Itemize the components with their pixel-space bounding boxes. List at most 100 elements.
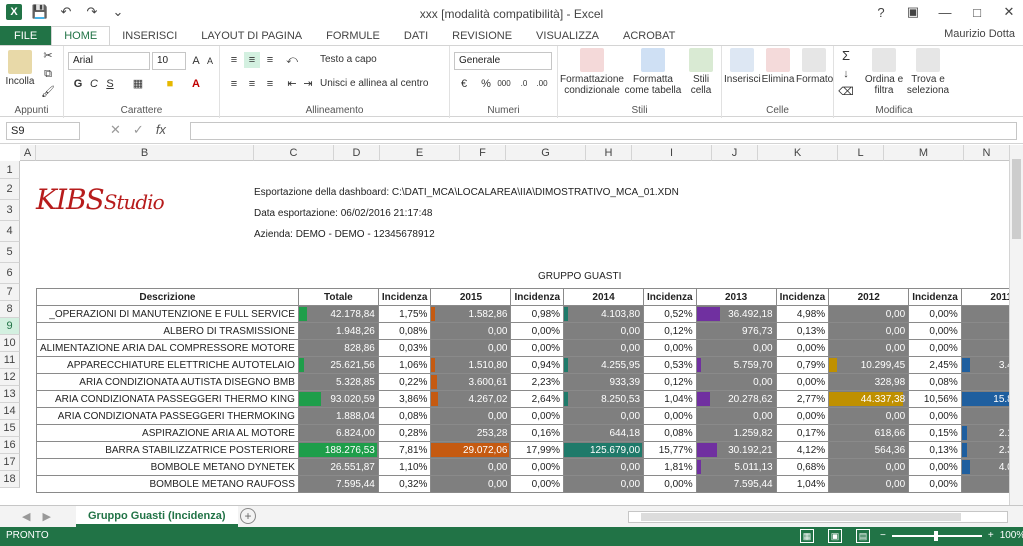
column-header[interactable]: G [506,145,586,161]
value-cell[interactable]: 10.299,45 [828,356,910,374]
description-cell[interactable]: BARRA STABILIZZATRICE POSTERIORE [36,441,299,459]
underline-icon[interactable]: S [102,76,118,92]
value-cell[interactable]: 0,00 [430,339,512,357]
value-cell[interactable]: 0,00 [828,458,910,476]
value-cell[interactable]: 25.621,56 [297,356,379,374]
incidence-cell[interactable]: 0,17% [775,424,830,442]
incidence-cell[interactable]: 0,00% [908,407,962,425]
borders-icon[interactable]: ▦ [130,76,146,92]
tab-view[interactable]: VISUALIZZA [524,26,611,46]
value-cell[interactable]: 8.250,53 [563,390,645,408]
incidence-cell[interactable]: 0,00% [510,407,565,425]
incidence-cell[interactable]: 0,00% [908,305,962,323]
user-name[interactable]: Maurizio Dotta [944,28,1015,40]
horizontal-scroll-thumb[interactable] [641,513,961,521]
autosum-icon[interactable]: Σ [838,48,854,64]
incidence-cell[interactable]: 1,04% [643,390,697,408]
paste-button[interactable]: Incolla [4,50,36,87]
row-header[interactable]: 8 [0,301,20,318]
row-header[interactable]: 5 [0,242,20,263]
value-cell[interactable]: 0,00 [695,339,777,357]
value-cell[interactable]: 44.337,38 [828,390,910,408]
tab-formulas[interactable]: FORMULE [314,26,392,46]
table-header-cell[interactable]: Incidenza [775,288,830,306]
incidence-cell[interactable]: 0,00% [643,475,697,493]
incidence-cell[interactable]: 0,00% [510,339,565,357]
maximize-icon[interactable]: □ [969,4,985,20]
incidence-cell[interactable]: 0,53% [643,356,697,374]
incidence-cell[interactable]: 0,00% [510,458,565,476]
value-cell[interactable]: 328,98 [828,373,910,391]
name-box[interactable]: S9 [6,122,80,140]
description-cell[interactable]: APPARECCHIATURE ELETTRICHE AUTOTELAIO [36,356,299,374]
copy-icon[interactable]: ⧉ [40,66,56,82]
column-header[interactable]: J [712,145,758,161]
value-cell[interactable]: 0,00 [563,339,645,357]
minimize-icon[interactable]: — [937,4,953,20]
value-cell[interactable]: 0,00 [828,322,910,340]
incidence-cell[interactable]: 1,75% [377,305,432,323]
incidence-cell[interactable]: 0,00% [775,339,830,357]
value-cell[interactable]: 20.278,62 [695,390,777,408]
value-cell[interactable]: 618,66 [828,424,910,442]
incidence-cell[interactable]: 7,81% [377,441,432,459]
bold-icon[interactable]: G [70,76,86,92]
incidence-cell[interactable]: 15,77% [643,441,697,459]
sort-filter-button[interactable]: Ordina e filtra [864,48,904,96]
column-header[interactable]: L [838,145,884,161]
value-cell[interactable]: 0,00 [430,407,512,425]
incidence-cell[interactable]: 0,00% [643,339,697,357]
table-header-cell[interactable]: 2012 [828,288,910,306]
worksheet-grid[interactable]: ABCDEFGHIJKLMN 1 2 3 4 5 6 7 8 9 10 11 12 13 14 15 16 17… [0,145,1023,505]
cancel-icon[interactable]: ✕ [110,122,121,138]
enter-icon[interactable]: ✓ [133,122,144,138]
close-icon[interactable]: ✕ [1001,4,1017,20]
incidence-cell[interactable]: 17,99% [510,441,565,459]
description-cell[interactable]: _OPERAZIONI DI MANUTENZIONE E FULL SERVI… [36,305,299,323]
value-cell[interactable]: 188.276,53 [297,441,379,459]
incidence-cell[interactable]: 0,79% [775,356,830,374]
orientation-icon[interactable]: ⤺ [284,52,300,68]
currency-icon[interactable]: € [456,76,472,92]
incidence-cell[interactable]: 1,10% [377,458,432,476]
align-center-icon[interactable]: ≡ [244,76,260,92]
table-header-cell[interactable]: 2013 [695,288,777,306]
column-header[interactable]: C [254,145,334,161]
row-header[interactable]: 7 [0,284,20,301]
row-header[interactable]: 11 [0,352,20,369]
sheet-tab-active[interactable]: Gruppo Guasti (Incidenza) [76,506,238,527]
incidence-cell[interactable]: 0,12% [643,322,697,340]
value-cell[interactable]: 1.510,80 [430,356,512,374]
align-middle-icon[interactable]: ≡ [244,52,260,68]
zoom-out-icon[interactable]: − [880,530,886,541]
incidence-cell[interactable]: 0,08% [377,322,432,340]
description-cell[interactable]: ARIA CONDIZIONATA AUTISTA DISEGNO BMB [36,373,299,391]
vertical-scroll-thumb[interactable] [1012,159,1021,239]
font-color-icon[interactable]: A [188,76,204,92]
value-cell[interactable]: 93.020,59 [297,390,379,408]
value-cell[interactable]: 1.582,86 [430,305,512,323]
value-cell[interactable]: 4.103,80 [563,305,645,323]
incidence-cell[interactable]: 0,00% [643,407,697,425]
font-size-select[interactable]: 10 [152,52,186,70]
column-header[interactable]: D [334,145,380,161]
table-header-cell[interactable]: 2015 [430,288,512,306]
page-layout-view-icon[interactable]: ▣ [828,529,842,543]
row-header[interactable]: 15 [0,420,20,437]
zoom-slider-knob[interactable] [933,530,938,541]
table-header-cell[interactable]: Incidenza [908,288,962,306]
incidence-cell[interactable]: 0,08% [908,373,962,391]
horizontal-scrollbar[interactable] [628,511,1008,523]
incidence-cell[interactable]: 0,08% [643,424,697,442]
column-header[interactable]: A [20,145,36,161]
incidence-cell[interactable]: 1,04% [775,475,830,493]
incidence-cell[interactable]: 0,52% [643,305,697,323]
zoom-in-icon[interactable]: + [988,530,994,541]
incidence-cell[interactable]: 0,00% [908,322,962,340]
value-cell[interactable]: 0,00 [563,458,645,476]
align-right-icon[interactable]: ≡ [262,76,278,92]
row-header[interactable]: 6 [0,263,20,284]
incidence-cell[interactable]: 4,98% [775,305,830,323]
row-header[interactable]: 1 [0,161,20,179]
incidence-cell[interactable]: 0,12% [643,373,697,391]
